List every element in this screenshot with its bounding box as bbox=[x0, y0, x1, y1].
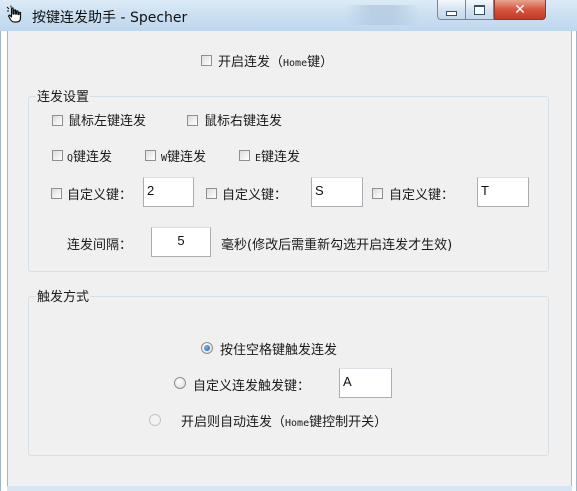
custom-key-3-label[interactable]: 自定义键： bbox=[389, 184, 454, 203]
window-bottom-border bbox=[7, 486, 572, 491]
enable-repeat-text: 开启连发（ bbox=[218, 55, 284, 70]
auto-repeat-suffix: 键控制开关） bbox=[309, 415, 388, 430]
custom-trigger-radio[interactable] bbox=[174, 377, 186, 389]
interval-unit-note: 毫秒(修改后需重新勾选开启连发才生效) bbox=[221, 238, 453, 253]
trigger-group-label: 触发方式 bbox=[36, 286, 91, 305]
left-click-repeat-label[interactable]: 鼠标左键连发 bbox=[68, 110, 146, 129]
auto-repeat-radio[interactable] bbox=[149, 414, 161, 426]
title-blur bbox=[345, 5, 420, 25]
custom-trigger-input[interactable]: A bbox=[339, 368, 392, 398]
hand-pointer-icon bbox=[6, 5, 22, 23]
settings-group-label: 连发设置 bbox=[36, 86, 91, 105]
maximize-icon bbox=[474, 4, 485, 15]
maximize-button[interactable] bbox=[466, 0, 494, 20]
auto-repeat-key: Home bbox=[285, 418, 310, 429]
hold-space-radio[interactable] bbox=[201, 342, 213, 354]
right-click-repeat-label[interactable]: 鼠标右键连发 bbox=[204, 110, 282, 129]
enable-repeat-key: Home bbox=[283, 58, 308, 69]
auto-repeat-text: 开启则自动连发（ bbox=[181, 415, 286, 430]
e-key-repeat-checkbox[interactable] bbox=[239, 150, 250, 161]
custom-key-2-checkbox[interactable] bbox=[206, 188, 217, 199]
title-bar[interactable]: 按键连发助手 - Specher ✕ bbox=[0, 0, 577, 31]
left-click-repeat-checkbox[interactable] bbox=[52, 115, 63, 126]
custom-key-1-input[interactable]: 2 bbox=[143, 177, 194, 207]
w-key-repeat-label[interactable]: W键连发 bbox=[161, 146, 206, 165]
minimize-button[interactable] bbox=[437, 0, 466, 20]
e-key-repeat-label[interactable]: E键连发 bbox=[255, 146, 300, 165]
interval-label: 连发间隔： bbox=[67, 238, 133, 253]
q-key-text: 键连发 bbox=[73, 150, 113, 165]
minimize-icon bbox=[446, 10, 457, 16]
window-border-left bbox=[0, 31, 1, 491]
custom-key-2-input[interactable]: S bbox=[311, 177, 363, 207]
window-title: 按键连发助手 - Specher bbox=[32, 10, 188, 26]
close-icon: ✕ bbox=[514, 1, 526, 18]
custom-key-3-checkbox[interactable] bbox=[372, 188, 383, 199]
w-key-repeat-checkbox[interactable] bbox=[145, 150, 156, 161]
right-click-repeat-checkbox[interactable] bbox=[187, 115, 198, 126]
e-key-text: 键连发 bbox=[261, 150, 301, 165]
hold-space-label[interactable]: 按住空格键触发连发 bbox=[220, 339, 337, 358]
auto-repeat-label[interactable]: 开启则自动连发（Home键控制开关） bbox=[181, 411, 387, 430]
q-key-repeat-label[interactable]: Q键连发 bbox=[67, 146, 112, 165]
enable-repeat-suffix: 键） bbox=[307, 55, 334, 70]
w-key-text: 键连发 bbox=[167, 150, 207, 165]
custom-key-3-input[interactable]: T bbox=[477, 177, 529, 207]
enable-repeat-label[interactable]: 开启连发（Home键） bbox=[218, 51, 333, 70]
enable-repeat-checkbox[interactable] bbox=[201, 55, 212, 66]
custom-key-2-label[interactable]: 自定义键： bbox=[222, 184, 287, 203]
close-button[interactable]: ✕ bbox=[494, 0, 546, 20]
custom-trigger-label[interactable]: 自定义连发触发键： bbox=[193, 375, 310, 394]
interval-input[interactable]: 5 bbox=[151, 227, 211, 257]
q-key-repeat-checkbox[interactable] bbox=[52, 150, 63, 161]
custom-key-1-label[interactable]: 自定义键： bbox=[67, 184, 132, 203]
custom-key-1-checkbox[interactable] bbox=[51, 188, 62, 199]
